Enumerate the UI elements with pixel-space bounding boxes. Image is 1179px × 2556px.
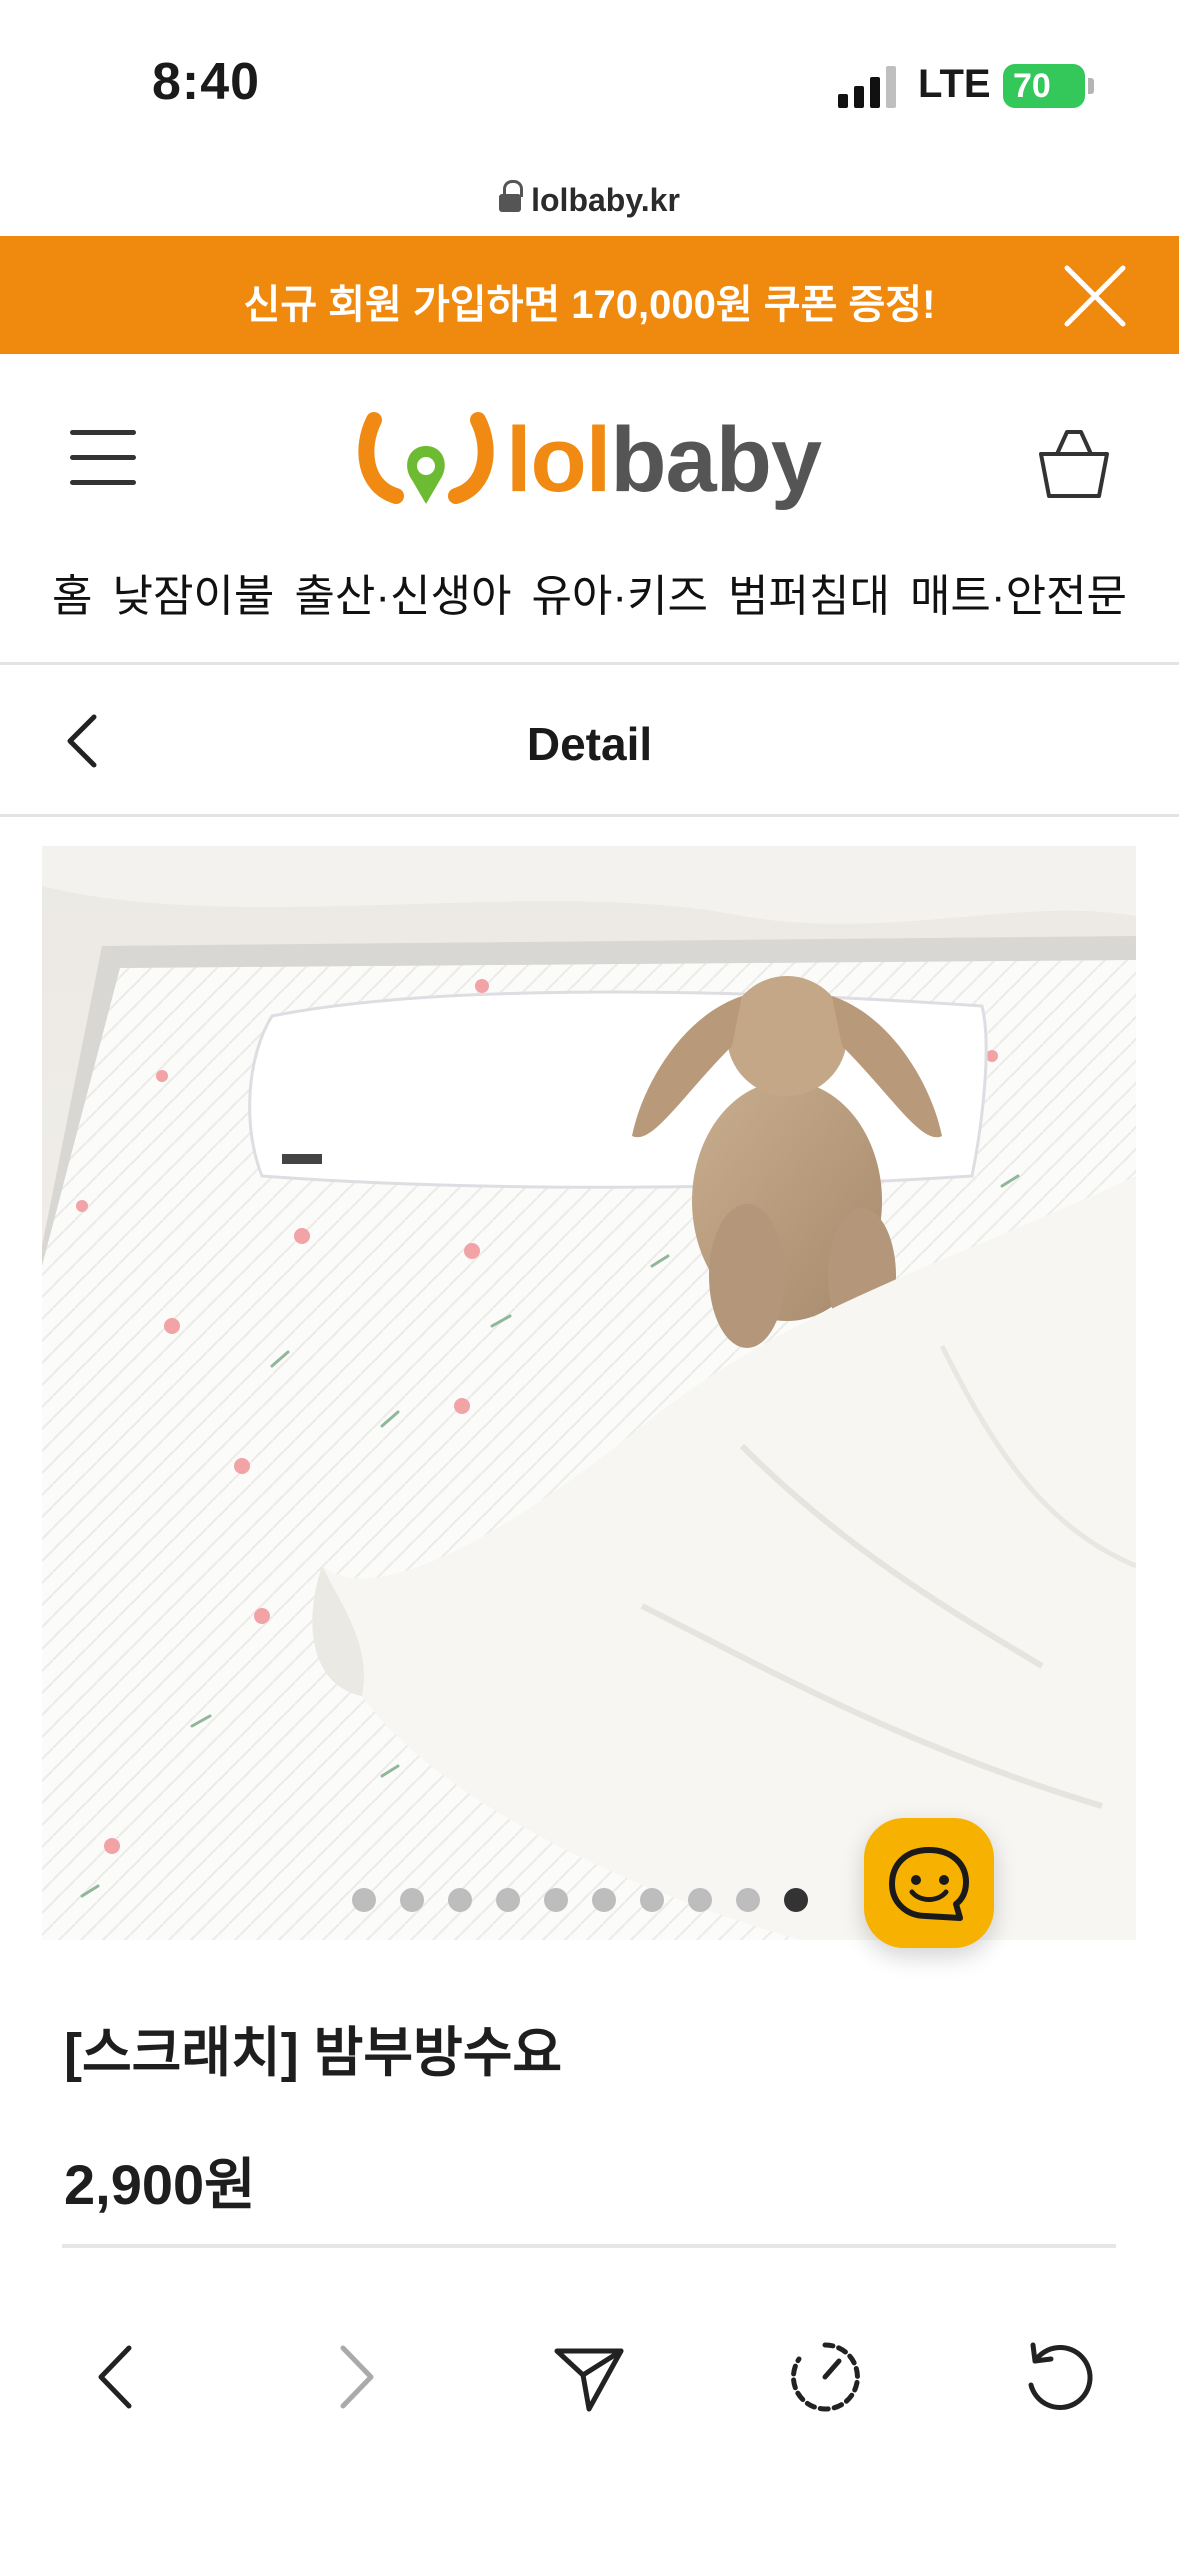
share-icon bbox=[554, 2348, 624, 2412]
battery-cap bbox=[1088, 78, 1094, 94]
logo-mark-icon bbox=[358, 412, 494, 504]
category-item-kids[interactable]: 유아·키즈 bbox=[531, 560, 708, 660]
carousel-dot[interactable] bbox=[496, 1888, 520, 1912]
menu-icon bbox=[70, 430, 136, 435]
logo-wordmark: lolbaby bbox=[506, 408, 822, 513]
carousel-dot[interactable] bbox=[400, 1888, 424, 1912]
site-header: lolbaby bbox=[0, 354, 1179, 554]
history-icon bbox=[790, 2342, 860, 2412]
promo-banner-text: 신규 회원 가입하면 170,000원 쿠폰 증정! bbox=[243, 283, 936, 327]
lock-icon bbox=[499, 180, 524, 212]
cart-icon[interactable] bbox=[1037, 428, 1111, 500]
category-item-mat-safety-gate[interactable]: 매트·안전문 bbox=[910, 560, 1127, 660]
share-button[interactable] bbox=[534, 2322, 644, 2432]
category-item-home[interactable]: 홈 bbox=[52, 560, 92, 660]
forward-icon bbox=[340, 2345, 374, 2409]
url-domain: lolbaby.kr bbox=[531, 182, 680, 218]
logo-text-baby: baby bbox=[610, 409, 822, 511]
chat-button[interactable] bbox=[864, 1818, 994, 1948]
logo-text-lol: lol bbox=[506, 409, 611, 511]
history-button[interactable] bbox=[770, 2322, 880, 2432]
status-bar: 8:40 LTE 70 lolbaby.kr bbox=[0, 0, 1179, 218]
battery-indicator: 70 bbox=[1003, 64, 1085, 108]
menu-icon-bar bbox=[70, 480, 136, 485]
category-item-nap-blanket[interactable]: 낮잠이불 bbox=[112, 560, 274, 660]
chat-icon bbox=[889, 1847, 969, 1921]
close-icon[interactable] bbox=[1063, 264, 1127, 328]
signal-icon bbox=[838, 66, 896, 108]
browser-forward-button[interactable] bbox=[300, 2322, 410, 2432]
product-image[interactable] bbox=[42, 846, 1136, 1940]
carousel-dot[interactable] bbox=[592, 1888, 616, 1912]
menu-button[interactable] bbox=[70, 430, 136, 486]
product-name: [스크래치] 밤부방수요 bbox=[64, 2023, 563, 2083]
category-nav: 홈 낮잠이불 출산·신생아 유아·키즈 범퍼침대 매트·안전문 bbox=[0, 560, 1179, 660]
battery-level: 70 bbox=[1013, 66, 1051, 105]
back-icon bbox=[98, 2345, 132, 2409]
promo-banner[interactable]: 신규 회원 가입하면 170,000원 쿠폰 증정! bbox=[0, 236, 1179, 354]
reload-icon bbox=[1028, 2342, 1093, 2410]
carousel-dot[interactable] bbox=[688, 1888, 712, 1912]
category-item-bumper-bed[interactable]: 범퍼침대 bbox=[728, 560, 890, 660]
category-item-newborn[interactable]: 출산·신생아 bbox=[294, 560, 511, 660]
site-logo[interactable]: lolbaby bbox=[356, 408, 826, 518]
carousel-dot[interactable] bbox=[544, 1888, 568, 1912]
detail-bar: Detail bbox=[0, 665, 1179, 815]
divider bbox=[0, 814, 1179, 817]
product-price: 2,900원 bbox=[64, 2153, 256, 2216]
carousel-dot[interactable] bbox=[352, 1888, 376, 1912]
browser-toolbar bbox=[0, 2262, 1179, 2556]
page-title: Detail bbox=[526, 718, 653, 770]
carousel-dot[interactable] bbox=[640, 1888, 664, 1912]
browser-back-button[interactable] bbox=[62, 2322, 172, 2432]
carousel-dot-active[interactable] bbox=[784, 1888, 808, 1912]
reload-button[interactable] bbox=[1004, 2322, 1114, 2432]
carousel-dot[interactable] bbox=[448, 1888, 472, 1912]
network-type: LTE bbox=[918, 62, 991, 106]
address-bar[interactable]: lolbaby.kr bbox=[0, 180, 1179, 219]
carousel-dot[interactable] bbox=[736, 1888, 760, 1912]
divider bbox=[62, 2244, 1116, 2248]
menu-icon-bar bbox=[70, 455, 136, 460]
image-carousel-indicators bbox=[352, 1888, 808, 1912]
status-time: 8:40 bbox=[152, 53, 261, 111]
